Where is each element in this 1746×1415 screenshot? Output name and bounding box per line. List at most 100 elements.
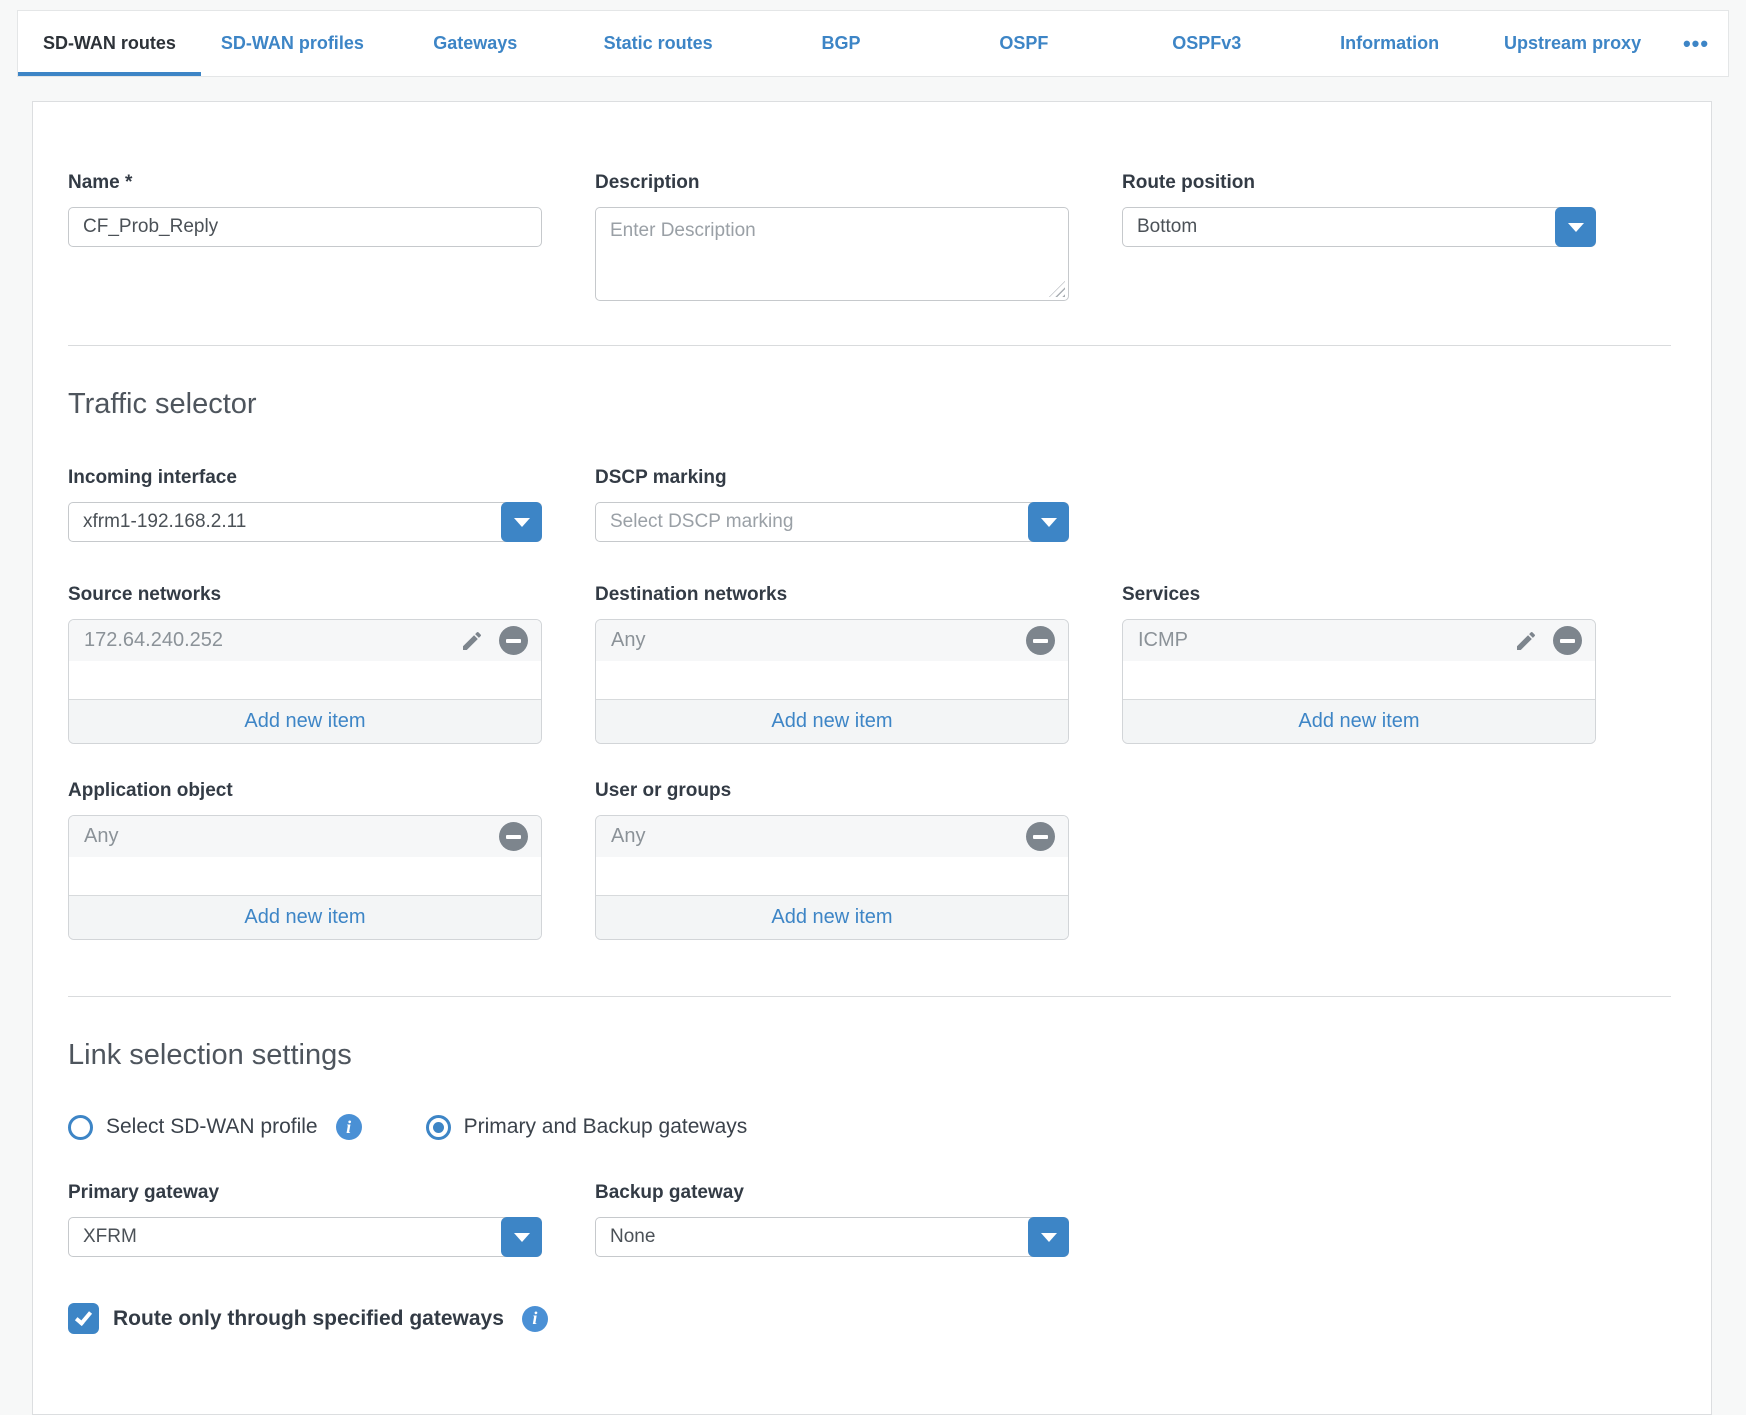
route-position-select[interactable]: Bottom <box>1122 207 1596 247</box>
route-only-label: Route only through specified gateways <box>113 1307 504 1331</box>
section-divider <box>68 345 1671 346</box>
description-textarea[interactable] <box>596 208 1068 300</box>
minus-bar <box>1033 835 1048 839</box>
remove-icon[interactable] <box>1026 822 1055 851</box>
radio-select-sdwan-profile[interactable]: Select SD-WAN profile <box>68 1115 318 1140</box>
destination-network-value: Any <box>611 629 1026 652</box>
tab-bar: SD-WAN routes SD-WAN profiles Gateways S… <box>17 10 1729 77</box>
listbox-spacer <box>596 661 1068 699</box>
user-or-groups-value: Any <box>611 825 1026 848</box>
services-listbox: ICMP Add new item <box>1122 619 1596 744</box>
application-object-value: Any <box>84 825 499 848</box>
dscp-marking-field-group: DSCP marking Select DSCP marking <box>595 467 1069 542</box>
interface-dscp-row: Incoming interface xfrm1-192.168.2.11 DS… <box>68 467 1671 542</box>
destination-networks-label: Destination networks <box>595 584 1069 606</box>
description-field-group: Description <box>595 172 1069 301</box>
source-network-value: 172.64.240.252 <box>84 629 459 652</box>
chevron-down-icon <box>514 518 530 527</box>
application-object-label: Application object <box>68 780 542 802</box>
radio-primary-backup-gateways[interactable]: Primary and Backup gateways <box>426 1115 748 1140</box>
name-input[interactable] <box>68 207 542 247</box>
basic-settings-row: Name * Description Route position Bottom <box>68 172 1671 301</box>
tab-ospf[interactable]: OSPF <box>932 11 1115 76</box>
list-item: Any <box>596 620 1068 661</box>
remove-icon[interactable] <box>499 822 528 851</box>
destination-networks-add-button[interactable]: Add new item <box>596 699 1068 743</box>
incoming-interface-label: Incoming interface <box>68 467 542 489</box>
description-textarea-wrap <box>595 207 1069 301</box>
chevron-down-icon <box>1041 1233 1057 1242</box>
route-position-dropdown-button[interactable] <box>1555 207 1596 247</box>
list-item: 172.64.240.252 <box>69 620 541 661</box>
listbox-spacer <box>1123 661 1595 699</box>
source-networks-listbox: 172.64.240.252 Add new item <box>68 619 542 744</box>
application-object-add-button[interactable]: Add new item <box>69 895 541 939</box>
route-only-row: Route only through specified gateways i <box>68 1303 1671 1334</box>
tab-bgp[interactable]: BGP <box>750 11 933 76</box>
tab-ospfv3[interactable]: OSPFv3 <box>1115 11 1298 76</box>
services-label: Services <box>1122 584 1596 606</box>
primary-gateway-select[interactable]: XFRM <box>68 1217 542 1257</box>
remove-icon[interactable] <box>1553 626 1582 655</box>
list-item: ICMP <box>1123 620 1595 661</box>
remove-icon[interactable] <box>499 626 528 655</box>
application-object-listbox: Any Add new item <box>68 815 542 940</box>
name-field-group: Name * <box>68 172 542 301</box>
edit-icon[interactable] <box>1513 628 1539 654</box>
minus-bar <box>506 639 521 643</box>
incoming-interface-value: xfrm1-192.168.2.11 <box>83 511 246 533</box>
checkbox-checked-icon[interactable] <box>68 1303 99 1334</box>
services-add-button[interactable]: Add new item <box>1123 699 1595 743</box>
chevron-down-icon <box>1041 518 1057 527</box>
destination-networks-field-group: Destination networks Any Add new item <box>595 584 1069 744</box>
source-networks-add-button[interactable]: Add new item <box>69 699 541 743</box>
minus-bar <box>506 835 521 839</box>
dscp-marking-dropdown-button[interactable] <box>1028 502 1069 542</box>
services-field-group: Services ICMP Add new item <box>1122 584 1596 744</box>
backup-gateway-dropdown-button[interactable] <box>1028 1217 1069 1257</box>
networks-services-row: Source networks 172.64.240.252 Add new i… <box>68 584 1671 744</box>
incoming-interface-field-group: Incoming interface xfrm1-192.168.2.11 <box>68 467 542 542</box>
user-or-groups-add-button[interactable]: Add new item <box>596 895 1068 939</box>
dscp-marking-select[interactable]: Select DSCP marking <box>595 502 1069 542</box>
section-divider <box>68 996 1671 997</box>
incoming-interface-select[interactable]: xfrm1-192.168.2.11 <box>68 502 542 542</box>
tab-upstream-proxy[interactable]: Upstream proxy <box>1481 11 1664 76</box>
info-icon[interactable]: i <box>522 1306 548 1332</box>
tab-static-routes[interactable]: Static routes <box>567 11 750 76</box>
listbox-spacer <box>596 857 1068 895</box>
list-item: Any <box>69 816 541 857</box>
primary-gateway-dropdown-button[interactable] <box>501 1217 542 1257</box>
source-networks-label: Source networks <box>68 584 542 606</box>
source-networks-field-group: Source networks 172.64.240.252 Add new i… <box>68 584 542 744</box>
backup-gateway-label: Backup gateway <box>595 1182 1069 1204</box>
info-icon[interactable]: i <box>336 1114 362 1140</box>
radio-selected-icon[interactable] <box>426 1115 451 1140</box>
description-label: Description <box>595 172 1069 194</box>
incoming-interface-dropdown-button[interactable] <box>501 502 542 542</box>
radio-unselected-icon[interactable] <box>68 1115 93 1140</box>
name-label: Name * <box>68 172 542 194</box>
primary-gateway-value: XFRM <box>83 1226 137 1248</box>
dscp-marking-placeholder: Select DSCP marking <box>610 511 793 533</box>
app-user-row: Application object Any Add new item User… <box>68 780 1671 940</box>
chevron-down-icon <box>1568 223 1584 232</box>
listbox-spacer <box>69 857 541 895</box>
route-position-label: Route position <box>1122 172 1596 194</box>
service-value: ICMP <box>1138 629 1513 652</box>
route-position-field-group: Route position Bottom <box>1122 172 1596 301</box>
tab-gateways[interactable]: Gateways <box>384 11 567 76</box>
radio-label: Select SD-WAN profile <box>106 1115 318 1139</box>
radio-label: Primary and Backup gateways <box>464 1115 748 1139</box>
more-tabs-icon[interactable]: ••• <box>1664 11 1728 76</box>
tab-sdwan-profiles[interactable]: SD-WAN profiles <box>201 11 384 76</box>
primary-gateway-field-group: Primary gateway XFRM <box>68 1182 542 1257</box>
tab-sdwan-routes[interactable]: SD-WAN routes <box>18 11 201 76</box>
backup-gateway-select[interactable]: None <box>595 1217 1069 1257</box>
tab-information[interactable]: Information <box>1298 11 1481 76</box>
traffic-selector-heading: Traffic selector <box>68 388 1671 421</box>
user-or-groups-listbox: Any Add new item <box>595 815 1069 940</box>
edit-icon[interactable] <box>459 628 485 654</box>
destination-networks-listbox: Any Add new item <box>595 619 1069 744</box>
remove-icon[interactable] <box>1026 626 1055 655</box>
